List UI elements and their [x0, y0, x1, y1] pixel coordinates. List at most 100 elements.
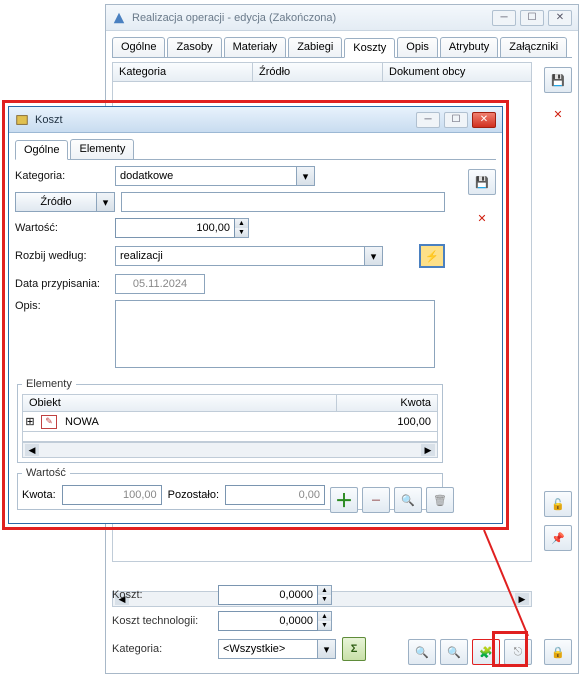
koszt-dialog: Koszt ─ ☐ ✕ Ogólne Elementy Kategoria: ▾…	[8, 106, 503, 524]
koszt-tech-label: Koszt technologii:	[112, 615, 212, 627]
spin-up-icon[interactable]: ▲	[318, 586, 331, 595]
scroll-right-icon[interactable]: ▶	[421, 444, 435, 456]
koszt-tech-input[interactable]	[218, 611, 318, 631]
dialog-save-button[interactable]: 💾	[468, 169, 496, 195]
koszt-label: Koszt:	[112, 589, 212, 601]
dialog-maximize-button[interactable]: ☐	[444, 112, 468, 128]
zrodlo-input[interactable]	[121, 192, 445, 212]
elementy-remove-button[interactable]: －	[362, 487, 390, 513]
data-przypisania-label: Data przypisania:	[15, 278, 109, 290]
spin-up-icon[interactable]: ▲	[235, 219, 248, 228]
pin-icon: 📌	[551, 532, 565, 545]
trash-icon: 🗑	[433, 494, 447, 507]
save-icon: 💾	[551, 74, 565, 87]
elementy-fieldset: Elementy Obiekt Kwota ⊞ ✎ NOWA 100,00 ◀ …	[17, 378, 443, 463]
dialog-tabs: Ogólne Elementy	[15, 139, 496, 160]
elementy-add-button[interactable]: ＋	[330, 487, 358, 513]
tab-zalaczniki[interactable]: Załączniki	[500, 37, 567, 57]
parent-delete-button[interactable]: ✕	[544, 101, 572, 127]
delete-icon: ✕	[477, 212, 486, 225]
koszt-input[interactable]	[218, 585, 318, 605]
parent-maximize-button[interactable]: ☐	[520, 10, 544, 26]
spin-down-icon[interactable]: ▼	[318, 595, 331, 604]
expand-icon[interactable]: ⊞	[23, 415, 37, 428]
chevron-down-icon[interactable]: ▾	[365, 246, 383, 266]
connector-line	[480, 526, 540, 646]
parent-unlock-button[interactable]: 🔓	[544, 491, 572, 517]
opis-textarea[interactable]	[115, 300, 435, 368]
elementy-row[interactable]: ⊞ ✎ NOWA 100,00	[22, 412, 438, 432]
elementy-toolbar: ＋ － 🔍 🗑	[330, 487, 454, 513]
row-obiekt: NOWA	[61, 416, 337, 428]
kategoria-combo[interactable]	[115, 166, 297, 186]
scroll-left-icon[interactable]: ◀	[25, 444, 39, 456]
kwota-input	[62, 485, 162, 505]
rozbij-apply-button[interactable]: ⚡	[419, 244, 445, 268]
dialog-delete-button[interactable]: ✕	[468, 205, 496, 231]
parent-save-button[interactable]: 💾	[544, 67, 572, 93]
tab-ogolne[interactable]: Ogólne	[112, 37, 165, 57]
kategoria-footer-label: Kategoria:	[112, 643, 212, 655]
dialog-right-toolbar: 💾 ✕	[468, 169, 496, 231]
elementy-trash-button[interactable]: 🗑	[426, 487, 454, 513]
col-kategoria[interactable]: Kategoria	[113, 63, 253, 81]
pozostalo-input	[225, 485, 325, 505]
chevron-down-icon[interactable]: ▾	[97, 192, 115, 212]
wartosc-label: Wartość:	[15, 222, 109, 234]
row-type-icon: ✎	[41, 415, 57, 429]
col-kwota[interactable]: Kwota	[337, 395, 437, 411]
dialog-tab-ogolne[interactable]: Ogólne	[15, 140, 68, 160]
elementy-search-button[interactable]: 🔍	[394, 487, 422, 513]
zrodlo-button[interactable]: Źródło	[15, 192, 97, 212]
delete-icon: ✕	[553, 108, 562, 121]
rozbij-combo[interactable]	[115, 246, 365, 266]
dialog-tab-elementy[interactable]: Elementy	[70, 139, 134, 159]
save-icon: 💾	[475, 176, 489, 189]
data-przypisania-input[interactable]	[115, 274, 205, 294]
unlock-icon: 🔓	[551, 498, 565, 511]
dialog-icon	[15, 113, 29, 127]
kategoria-footer-combo[interactable]	[218, 639, 318, 659]
kwota-label: Kwota:	[22, 489, 56, 501]
parent-title: Realizacja operacji - edycja (Zakończona…	[132, 12, 492, 24]
footer-lock-button[interactable]: 🔒	[544, 639, 572, 665]
parent-minimize-button[interactable]: ─	[492, 10, 516, 26]
footer-zoom-in-button[interactable]: 🔍	[440, 639, 468, 665]
lock-icon: 🔒	[551, 646, 565, 659]
parent-close-button[interactable]: ✕	[548, 10, 572, 26]
cost-list-header: Kategoria Źródło Dokument obcy	[112, 62, 532, 82]
col-zrodlo[interactable]: Źródło	[253, 63, 383, 81]
chevron-down-icon[interactable]: ▾	[297, 166, 315, 186]
parent-pin-button[interactable]: 📌	[544, 525, 572, 551]
tab-koszty[interactable]: Koszty	[344, 38, 395, 58]
tab-zasoby[interactable]: Zasoby	[167, 37, 221, 57]
tab-opis[interactable]: Opis	[397, 37, 438, 57]
plus-icon: ＋	[335, 487, 353, 513]
tab-materialy[interactable]: Materiały	[224, 37, 287, 57]
rozbij-label: Rozbij według:	[15, 250, 109, 262]
dialog-close-button[interactable]: ✕	[472, 112, 496, 128]
spin-up-icon[interactable]: ▲	[318, 612, 331, 621]
dialog-title: Koszt	[35, 114, 416, 126]
col-dokument[interactable]: Dokument obcy	[383, 63, 531, 81]
kategoria-label: Kategoria:	[15, 170, 109, 182]
spin-down-icon[interactable]: ▼	[318, 621, 331, 630]
search-icon: 🔍	[401, 494, 415, 507]
bolt-icon: ⚡	[425, 250, 439, 263]
tab-atrybuty[interactable]: Atrybuty	[440, 37, 498, 57]
footer-zoom-out-button[interactable]: 🔍	[408, 639, 436, 665]
wartosc-input[interactable]	[115, 218, 235, 238]
sigma-icon: Σ	[351, 643, 358, 655]
dialog-minimize-button[interactable]: ─	[416, 112, 440, 128]
col-obiekt[interactable]: Obiekt	[23, 395, 337, 411]
search-icon: 🔍	[415, 646, 429, 659]
sigma-button[interactable]: Σ	[342, 637, 366, 661]
search-icon: 🔍	[447, 646, 461, 659]
elementy-hscroll[interactable]: ◀ ▶	[22, 442, 438, 458]
parent-tabs: Ogólne Zasoby Materiały Zabiegi Koszty O…	[112, 37, 572, 58]
tab-zabiegi[interactable]: Zabiegi	[288, 37, 342, 57]
pozostalo-label: Pozostało:	[168, 489, 219, 501]
spin-down-icon[interactable]: ▼	[235, 228, 248, 237]
chevron-down-icon[interactable]: ▾	[318, 639, 336, 659]
puzzle-icon: 🧩	[479, 646, 493, 659]
